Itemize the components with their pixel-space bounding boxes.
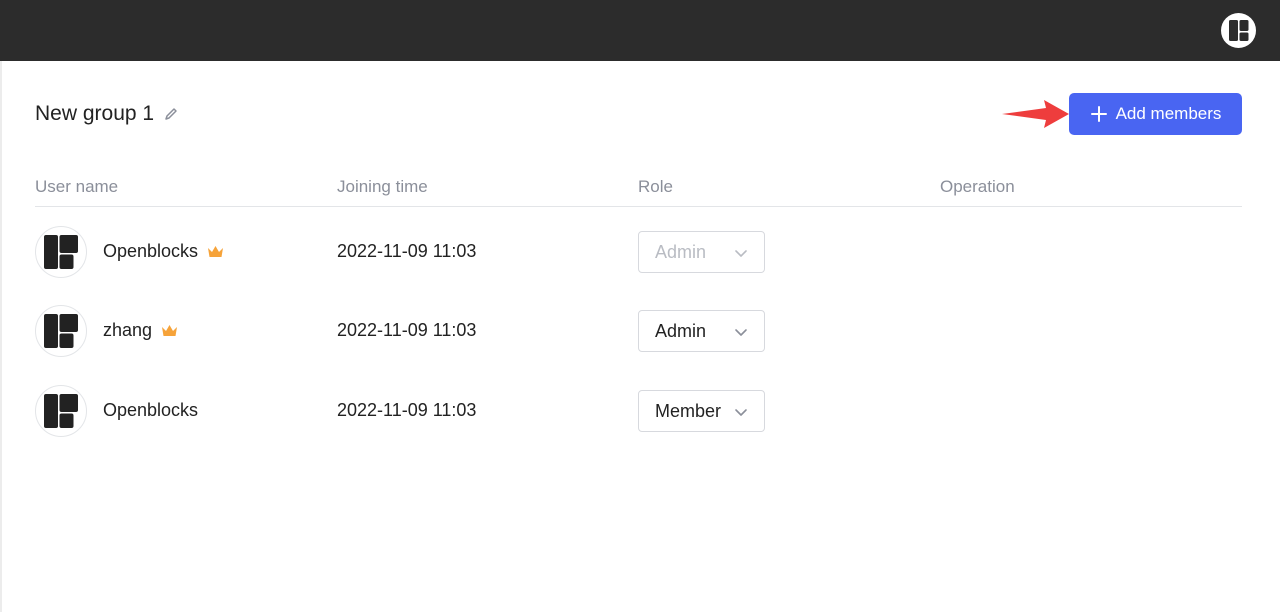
joining-time: 2022-11-09 11:03 xyxy=(337,241,477,261)
table-header: User name Joining time Role Operation xyxy=(35,172,1242,207)
role-select[interactable]: Admin xyxy=(638,310,765,352)
page-title: New group 1 xyxy=(35,102,155,125)
edit-icon[interactable] xyxy=(164,107,178,121)
user-name-cell: zhang xyxy=(103,320,178,341)
crown-icon xyxy=(207,245,224,259)
table-row: Openblocks 2022-11-09 11:03 Member xyxy=(35,381,1242,441)
role-select[interactable]: Member xyxy=(638,390,765,432)
plus-icon xyxy=(1090,105,1108,123)
column-operation: Operation xyxy=(940,177,1015,196)
group-header: New group 1 xyxy=(35,99,178,129)
role-value: Admin xyxy=(655,241,707,262)
add-members-button[interactable]: Add members xyxy=(1069,93,1242,135)
table-row: Openblocks 2022-11-09 11:03 Admin xyxy=(35,222,1242,282)
joining-time: 2022-11-09 11:03 xyxy=(337,400,477,420)
app-logo-icon xyxy=(44,235,78,269)
user-avatar[interactable] xyxy=(1221,13,1256,48)
role-value: Member xyxy=(655,400,722,421)
user-name-cell: Openblocks xyxy=(103,400,198,421)
joining-time: 2022-11-09 11:03 xyxy=(337,320,477,340)
chevron-down-icon xyxy=(734,405,748,419)
avatar xyxy=(35,385,87,437)
app-logo-icon xyxy=(44,394,78,428)
column-joining-time: Joining time xyxy=(337,177,428,196)
user-name-cell: Openblocks xyxy=(103,241,224,262)
role-select[interactable]: Admin xyxy=(638,231,765,273)
role-value: Admin xyxy=(655,320,707,341)
crown-icon xyxy=(161,324,178,338)
avatar xyxy=(35,305,87,357)
app-logo-icon xyxy=(44,314,78,348)
user-name: Openblocks xyxy=(103,241,199,261)
column-role: Role xyxy=(638,177,673,196)
table-row: zhang 2022-11-09 11:03 Admin xyxy=(35,301,1242,361)
user-name: Openblocks xyxy=(103,400,199,420)
sidebar-divider xyxy=(0,61,2,612)
user-name: zhang xyxy=(103,320,153,340)
app-logo-icon xyxy=(1229,20,1249,41)
add-members-label: Add members xyxy=(1115,104,1222,123)
chevron-down-icon xyxy=(734,246,748,260)
annotation-arrow xyxy=(1002,100,1069,128)
top-bar xyxy=(0,0,1280,61)
column-user-name: User name xyxy=(35,177,119,196)
avatar xyxy=(35,226,87,278)
chevron-down-icon xyxy=(734,325,748,339)
